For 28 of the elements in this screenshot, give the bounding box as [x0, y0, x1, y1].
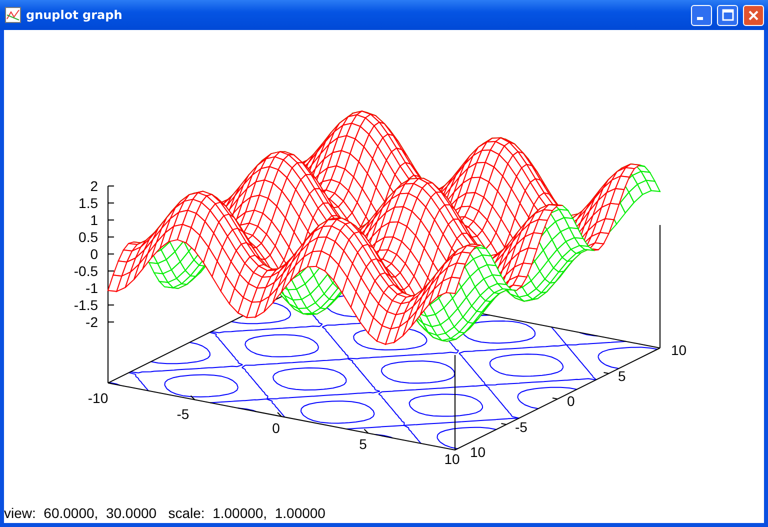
- tick-label: 0.5: [78, 229, 98, 245]
- tick-label: -1: [86, 280, 98, 296]
- window-title: gnuplot graph: [26, 8, 124, 22]
- tick-label: -5: [176, 406, 190, 422]
- tick-label: -0.5: [74, 263, 98, 279]
- minimize-icon: [696, 17, 702, 20]
- maximize-button[interactable]: [717, 4, 738, 26]
- tick-label: -1.5: [74, 297, 98, 313]
- tick-label: 1: [90, 212, 98, 228]
- tick-label: 5: [618, 368, 626, 384]
- app-icon: [5, 7, 21, 23]
- tick-label: 10: [671, 342, 687, 358]
- tick-label: 10: [444, 451, 460, 467]
- close-icon: [748, 10, 759, 20]
- tick-label: 5: [359, 436, 367, 452]
- tick-label: 2: [90, 178, 98, 194]
- maximize-icon: [722, 9, 734, 21]
- tick-label: 0: [567, 393, 575, 409]
- status-text: view: 60.0000, 30.0000 scale: 1.00000, 1.00000: [4, 505, 326, 523]
- tick-label: 0: [272, 420, 280, 436]
- tick-label: 1.5: [78, 195, 98, 211]
- close-button[interactable]: [743, 4, 764, 26]
- tick-label: 0: [90, 246, 98, 262]
- tick-label: -5: [515, 419, 528, 435]
- tick-label: -2: [86, 314, 98, 330]
- tick-label: 10: [470, 444, 486, 460]
- minimize-button[interactable]: [691, 4, 712, 26]
- tick-label: -10: [88, 390, 108, 406]
